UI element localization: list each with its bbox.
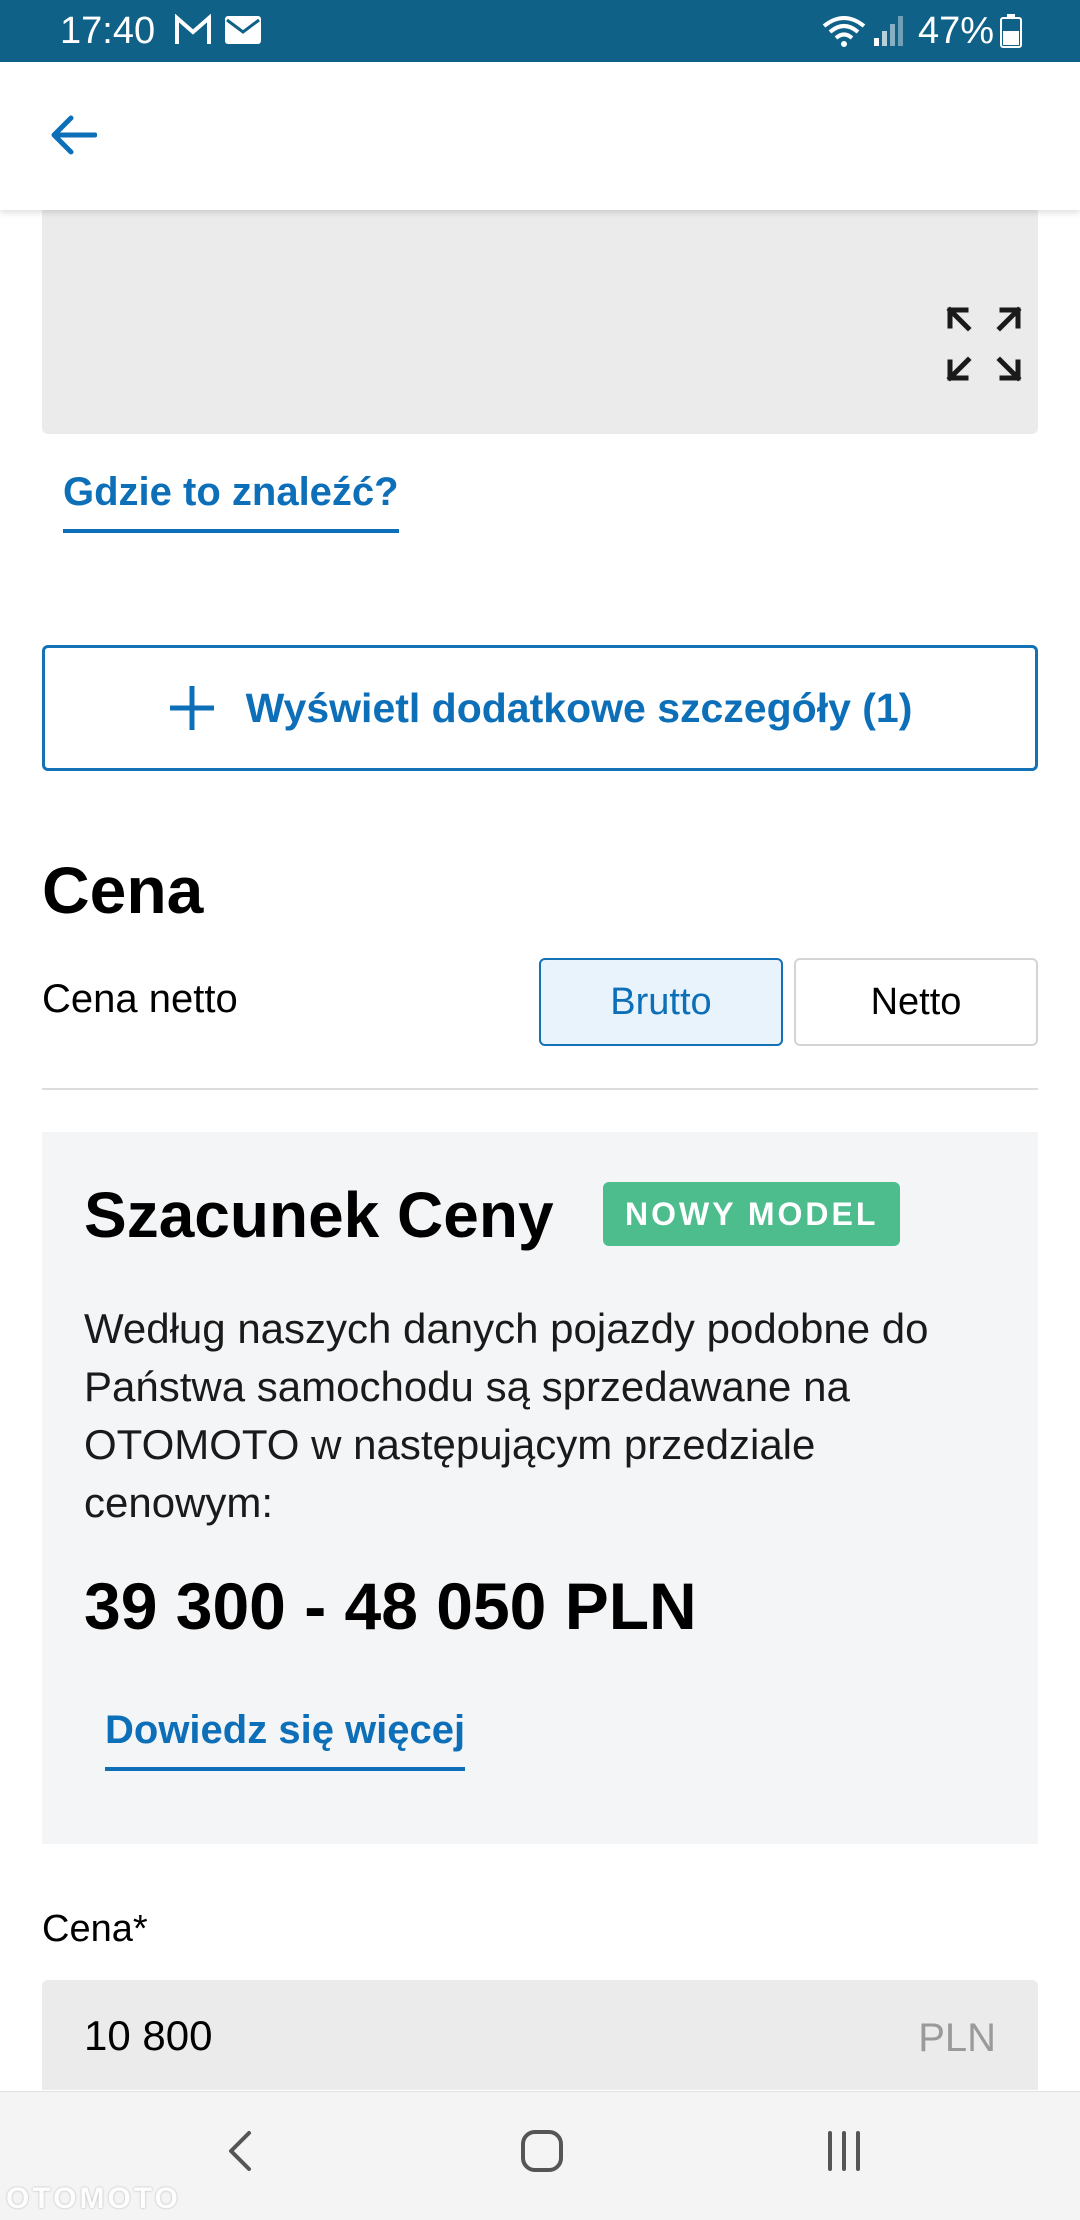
gmail-icon	[174, 13, 212, 51]
price-input-value: 10 800	[84, 2012, 213, 2059]
show-details-label: Wyświetl dodatkowe szczegóły (1)	[245, 684, 913, 731]
show-details-button[interactable]: Wyświetl dodatkowe szczegóły (1)	[42, 645, 1038, 771]
price-section-title: Cena	[42, 853, 204, 927]
price-estimate-card: Szacunek Ceny NOWY MODEL Według naszych …	[42, 1132, 1038, 1844]
toggle-brutto[interactable]: Brutto	[539, 958, 783, 1046]
image-preview	[42, 210, 1038, 434]
where-to-find-link[interactable]: Gdzie to znaleźć?	[63, 470, 399, 533]
battery-icon	[1000, 14, 1022, 53]
home-nav-icon	[520, 2129, 564, 2178]
signal-icon	[872, 14, 906, 53]
net-price-label: Cena netto	[42, 977, 238, 1021]
battery-percent: 47%	[918, 10, 995, 52]
estimate-description: Według naszych danych pojazdy podobne do…	[84, 1305, 929, 1526]
expand-button[interactable]	[946, 306, 1022, 382]
status-time: 17:40	[60, 10, 156, 52]
recents-nav-icon	[824, 2129, 864, 2178]
expand-icon	[946, 306, 1022, 386]
app-bar	[0, 62, 1080, 210]
learn-more-link[interactable]: Dowiedz się więcej	[105, 1708, 466, 1771]
back-nav-button[interactable]	[200, 2118, 280, 2188]
back-button[interactable]	[40, 106, 106, 168]
mail-icon	[224, 14, 262, 51]
estimate-range: 39 300 - 48 050 PLN	[84, 1569, 697, 1643]
new-model-badge: NOWY MODEL	[603, 1182, 901, 1246]
back-nav-icon	[225, 2129, 255, 2178]
toggle-netto[interactable]: Netto	[794, 958, 1038, 1046]
estimate-title: Szacunek Ceny	[84, 1179, 554, 1251]
home-nav-button[interactable]	[502, 2118, 582, 2188]
recents-nav-button[interactable]	[804, 2118, 884, 2188]
price-field-label: Cena*	[42, 1908, 148, 1950]
status-bar: 17:40 47%	[0, 0, 1080, 62]
watermark: OTOMOTO	[6, 2182, 181, 2215]
arrow-left-icon	[49, 115, 98, 160]
price-input[interactable]: 10 800 PLN	[42, 1980, 1038, 2090]
wifi-icon	[822, 14, 866, 53]
plus-icon	[168, 684, 216, 732]
divider	[42, 1088, 1038, 1090]
price-input-unit: PLN	[918, 2016, 996, 2060]
